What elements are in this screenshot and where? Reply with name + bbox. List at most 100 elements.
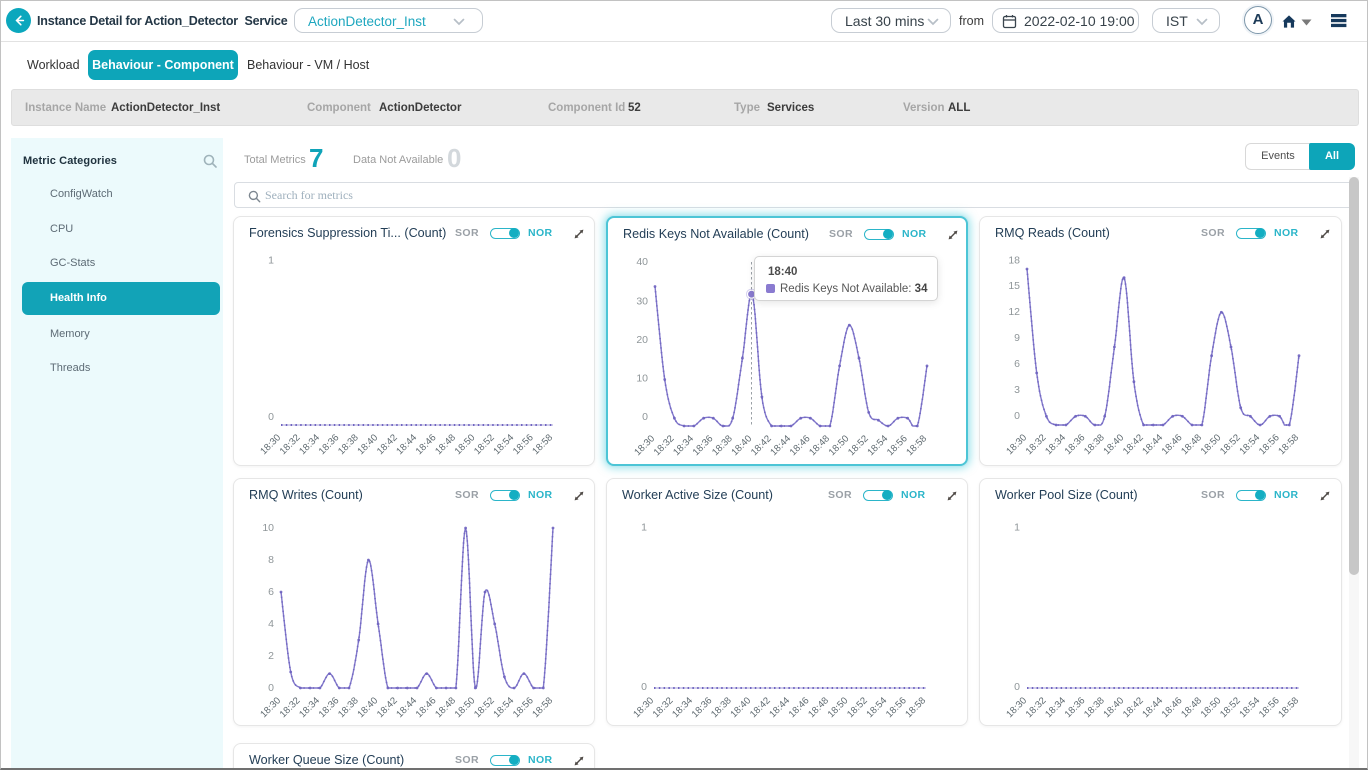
svg-text:12: 12 <box>1008 306 1020 318</box>
svg-text:18:48: 18:48 <box>807 433 832 458</box>
svg-text:18:50: 18:50 <box>1199 432 1224 457</box>
svg-text:18:32: 18:32 <box>1024 695 1049 720</box>
svg-text:18:42: 18:42 <box>1121 432 1146 457</box>
svg-text:18:40: 18:40 <box>1101 432 1126 457</box>
svg-text:18:58: 18:58 <box>1276 695 1301 720</box>
svg-text:0: 0 <box>642 411 648 423</box>
svg-text:18:56: 18:56 <box>884 695 909 720</box>
svg-text:18:52: 18:52 <box>845 695 870 720</box>
svg-text:18:46: 18:46 <box>787 695 812 720</box>
svg-text:18:54: 18:54 <box>491 695 516 720</box>
svg-text:18:32: 18:32 <box>651 695 676 720</box>
svg-text:18:52: 18:52 <box>1218 432 1243 457</box>
svg-text:4: 4 <box>268 618 274 630</box>
svg-text:2: 2 <box>268 650 274 662</box>
svg-text:0: 0 <box>1014 410 1020 422</box>
svg-text:18:44: 18:44 <box>394 432 419 457</box>
svg-text:18:34: 18:34 <box>670 695 695 720</box>
svg-text:3: 3 <box>1014 384 1020 396</box>
svg-text:20: 20 <box>636 334 648 346</box>
svg-text:18:46: 18:46 <box>414 432 439 457</box>
svg-text:18:46: 18:46 <box>788 433 813 458</box>
svg-text:18: 18 <box>1008 255 1020 267</box>
svg-text:18:50: 18:50 <box>453 432 478 457</box>
svg-text:18:42: 18:42 <box>749 433 774 458</box>
svg-text:1: 1 <box>641 522 647 534</box>
svg-text:18:44: 18:44 <box>1140 432 1165 457</box>
svg-text:9: 9 <box>1014 332 1020 344</box>
svg-text:18:38: 18:38 <box>709 695 734 720</box>
svg-text:18:56: 18:56 <box>511 695 536 720</box>
svg-text:10: 10 <box>262 522 274 534</box>
svg-text:18:50: 18:50 <box>1199 695 1224 720</box>
svg-text:18:48: 18:48 <box>433 432 458 457</box>
svg-text:18:46: 18:46 <box>1160 695 1185 720</box>
svg-text:1: 1 <box>268 255 274 267</box>
svg-text:18:52: 18:52 <box>472 432 497 457</box>
svg-text:18:52: 18:52 <box>472 695 497 720</box>
svg-text:30: 30 <box>636 296 648 308</box>
svg-text:10: 10 <box>636 373 648 385</box>
svg-text:18:50: 18:50 <box>826 695 851 720</box>
svg-text:18:38: 18:38 <box>1082 695 1107 720</box>
svg-text:18:40: 18:40 <box>1101 695 1126 720</box>
svg-text:18:40: 18:40 <box>728 695 753 720</box>
svg-text:40: 40 <box>636 256 648 268</box>
svg-text:18:58: 18:58 <box>530 432 555 457</box>
svg-text:15: 15 <box>1008 280 1020 292</box>
svg-text:18:54: 18:54 <box>864 695 889 720</box>
svg-text:0: 0 <box>641 681 647 693</box>
svg-text:18:46: 18:46 <box>1160 432 1185 457</box>
svg-text:18:54: 18:54 <box>1237 695 1262 720</box>
svg-text:18:38: 18:38 <box>1082 432 1107 457</box>
svg-text:18:44: 18:44 <box>1140 695 1165 720</box>
svg-text:18:42: 18:42 <box>375 432 400 457</box>
svg-text:18:42: 18:42 <box>375 695 400 720</box>
svg-text:18:30: 18:30 <box>258 432 283 457</box>
svg-text:18:34: 18:34 <box>297 432 322 457</box>
svg-text:18:54: 18:54 <box>491 432 516 457</box>
svg-text:18:48: 18:48 <box>806 695 831 720</box>
svg-text:18:58: 18:58 <box>903 695 928 720</box>
svg-text:18:32: 18:32 <box>1024 432 1049 457</box>
svg-text:0: 0 <box>1014 681 1020 693</box>
svg-text:18:36: 18:36 <box>317 695 342 720</box>
svg-text:18:30: 18:30 <box>1004 695 1029 720</box>
svg-text:18:50: 18:50 <box>827 433 852 458</box>
svg-text:18:56: 18:56 <box>1257 432 1282 457</box>
svg-text:18:36: 18:36 <box>690 695 715 720</box>
svg-text:18:38: 18:38 <box>710 433 735 458</box>
svg-text:18:36: 18:36 <box>1063 432 1088 457</box>
svg-text:18:48: 18:48 <box>1179 432 1204 457</box>
svg-text:18:50: 18:50 <box>453 695 478 720</box>
svg-text:8: 8 <box>268 554 274 566</box>
svg-text:18:58: 18:58 <box>1276 432 1301 457</box>
svg-text:6: 6 <box>268 586 274 598</box>
svg-text:18:40: 18:40 <box>729 433 754 458</box>
svg-text:18:40: 18:40 <box>355 432 380 457</box>
svg-text:18:30: 18:30 <box>258 695 283 720</box>
svg-text:18:56: 18:56 <box>511 432 536 457</box>
svg-text:18:42: 18:42 <box>748 695 773 720</box>
svg-text:1: 1 <box>1014 522 1020 534</box>
svg-text:18:52: 18:52 <box>846 433 871 458</box>
svg-text:18:36: 18:36 <box>1063 695 1088 720</box>
svg-text:18:34: 18:34 <box>1043 432 1068 457</box>
svg-text:18:44: 18:44 <box>394 695 419 720</box>
svg-text:18:58: 18:58 <box>904 433 929 458</box>
svg-text:18:52: 18:52 <box>1218 695 1243 720</box>
svg-text:18:32: 18:32 <box>278 695 303 720</box>
svg-text:18:38: 18:38 <box>336 695 361 720</box>
svg-text:18:36: 18:36 <box>317 432 342 457</box>
svg-text:18:30: 18:30 <box>632 433 657 458</box>
svg-text:18:54: 18:54 <box>1237 432 1262 457</box>
svg-text:18:44: 18:44 <box>768 433 793 458</box>
svg-text:18:36: 18:36 <box>691 433 716 458</box>
svg-text:18:38: 18:38 <box>336 432 361 457</box>
svg-text:18:48: 18:48 <box>1179 695 1204 720</box>
svg-text:18:58: 18:58 <box>530 695 555 720</box>
svg-text:18:34: 18:34 <box>671 433 696 458</box>
svg-text:18:56: 18:56 <box>885 433 910 458</box>
svg-text:0: 0 <box>268 682 274 694</box>
svg-text:18:54: 18:54 <box>865 433 890 458</box>
